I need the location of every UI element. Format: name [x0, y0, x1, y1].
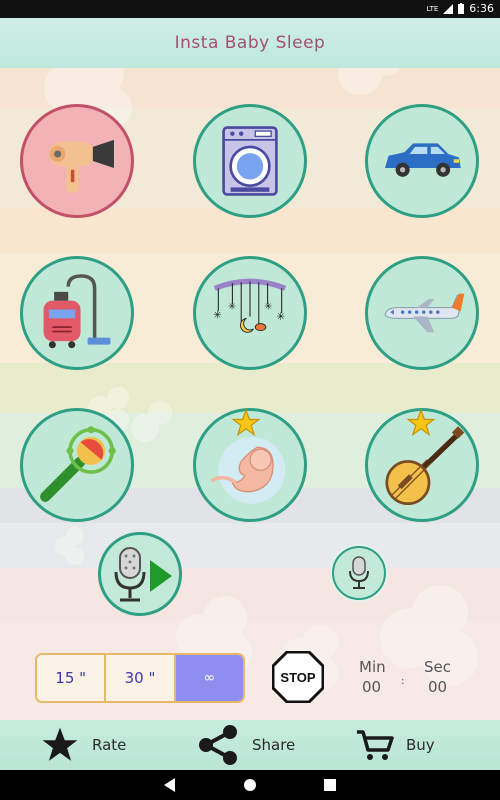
signal-icon [443, 3, 454, 14]
stop-label: STOP [280, 670, 315, 685]
minutes-value: 00 [362, 678, 382, 696]
bottom-bar: Rate Share Buy [0, 720, 500, 770]
back-icon[interactable] [163, 777, 177, 793]
clock: 6:36 [469, 2, 494, 15]
svg-text:✳: ✳ [213, 309, 222, 321]
svg-text:✳: ✳ [276, 311, 285, 323]
app-title: Insta Baby Sleep [174, 33, 326, 53]
sound-baby-mobile-button[interactable]: ✳ ✳ ✳ ✳ [193, 256, 307, 370]
sound-rattle-button[interactable] [20, 408, 134, 522]
rattle-icon [40, 426, 116, 502]
airplane-icon [384, 293, 465, 333]
sound-vacuum-cleaner-button[interactable] [20, 256, 134, 370]
app-header: Insta Baby Sleep [0, 18, 500, 68]
sound-airplane-button[interactable] [365, 256, 479, 370]
stop-button[interactable]: STOP [272, 651, 324, 703]
status-bar: LTE 6:36 [0, 0, 500, 18]
baby-mobile-icon: ✳ ✳ ✳ ✳ [213, 278, 287, 333]
hair-dryer-icon [48, 139, 114, 193]
microphone-icon [349, 556, 369, 589]
home-icon[interactable] [243, 778, 257, 792]
share-button[interactable]: Share [196, 720, 295, 770]
battery-icon [458, 3, 465, 14]
buy-label: Buy [406, 736, 435, 754]
washing-machine-icon [222, 126, 278, 196]
timer-infinite-button[interactable]: ∞ [175, 655, 243, 701]
system-nav-bar [0, 770, 500, 800]
sound-car-button[interactable] [365, 104, 479, 218]
minutes-label: Min [359, 658, 386, 676]
time-separator: : [401, 676, 405, 687]
play-recording-button[interactable] [98, 532, 182, 616]
rate-label: Rate [92, 736, 127, 754]
premium-star-icon [406, 409, 436, 437]
car-icon [385, 143, 461, 177]
network-type: LTE [426, 4, 439, 13]
star-icon [42, 727, 78, 761]
sound-hair-dryer-button[interactable] [20, 104, 134, 218]
record-button[interactable] [332, 546, 386, 600]
seconds-label: Sec [424, 658, 451, 676]
buy-button[interactable]: Buy [356, 720, 435, 770]
cart-icon [357, 730, 394, 760]
seconds-value: 00 [428, 678, 448, 696]
vacuum-cleaner-icon [43, 274, 111, 349]
timer-selector: 15 " 30 " ∞ [35, 653, 245, 703]
share-icon [199, 725, 237, 765]
svg-text:✳: ✳ [228, 301, 236, 312]
premium-star-icon [231, 409, 261, 437]
share-label: Share [252, 736, 296, 754]
microphone-play-icon [114, 547, 172, 602]
recents-icon[interactable] [324, 779, 336, 791]
svg-text:✳: ✳ [264, 301, 272, 312]
timer-30-button[interactable]: 30 " [106, 655, 176, 701]
timer-15-button[interactable]: 15 " [37, 655, 107, 701]
sound-washing-machine-button[interactable] [193, 104, 307, 218]
rate-button[interactable]: Rate [40, 720, 126, 770]
